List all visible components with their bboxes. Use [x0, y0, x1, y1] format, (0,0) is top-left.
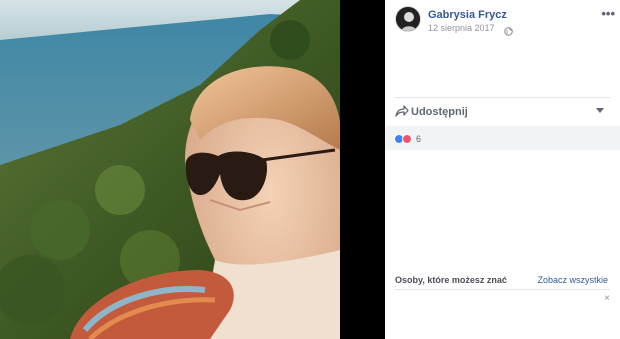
post-side-panel: Gabrysia Frycz 12 sierpnia 2017 ••• Udos… [385, 0, 620, 339]
people-you-may-know-title: Osoby, które możesz znać [395, 275, 507, 285]
love-icon [402, 134, 412, 144]
post-date[interactable]: 12 sierpnia 2017 [428, 23, 495, 33]
post-header: Gabrysia Frycz 12 sierpnia 2017 ••• [395, 6, 615, 36]
more-options-icon[interactable]: ••• [601, 7, 615, 20]
photo-viewer [0, 0, 385, 339]
globe-icon [504, 23, 513, 36]
chevron-down-icon[interactable] [596, 108, 604, 113]
avatar[interactable] [395, 6, 421, 32]
divider [395, 97, 610, 98]
share-button[interactable]: Udostępnij [395, 102, 610, 122]
reactions-summary[interactable]: 6 [385, 126, 620, 150]
post-photo[interactable] [0, 0, 340, 339]
author-name[interactable]: Gabrysia Frycz [428, 9, 507, 21]
reaction-count[interactable]: 6 [416, 134, 421, 144]
share-arrow-icon [395, 104, 409, 118]
close-icon[interactable]: × [604, 293, 610, 304]
divider [395, 289, 610, 290]
share-label: Udostępnij [411, 106, 468, 118]
see-all-link[interactable]: Zobacz wszystkie [537, 275, 608, 285]
